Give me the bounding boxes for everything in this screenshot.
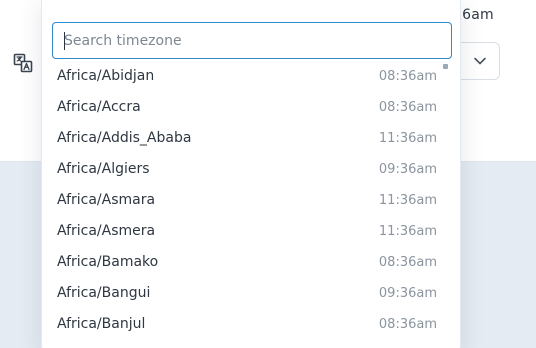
translate-icon [13, 53, 33, 73]
search-box[interactable] [52, 22, 452, 59]
timezone-option[interactable]: Africa/Asmera 11:36am [42, 218, 460, 249]
timezone-option[interactable]: Africa/Bamako 08:36am [42, 249, 460, 280]
timezone-name: Africa/Accra [57, 99, 141, 115]
timezone-name: Africa/Bamako [57, 254, 159, 270]
timezone-option[interactable]: Africa/Abidjan 08:36am [42, 63, 460, 94]
timezone-option[interactable]: Africa/Addis_Ababa 11:36am [42, 125, 460, 156]
timezone-name: Africa/Abidjan [57, 68, 155, 84]
timezone-settings-screen: 36am Africa/Abidjan 08:36am Africa/Accr [0, 0, 536, 348]
timezone-time: 11:36am [378, 224, 437, 239]
timezone-dropdown: Africa/Abidjan 08:36am Africa/Accra 08:3… [41, 0, 461, 348]
timezone-time: 08:36am [378, 100, 437, 115]
timezone-option[interactable]: Africa/Accra 08:36am [42, 94, 460, 125]
timezone-name: Africa/Bangui [57, 285, 151, 301]
timezone-name: Africa/Banjul [57, 316, 146, 332]
search-timezone-input[interactable] [53, 23, 451, 58]
text-caret [64, 32, 65, 50]
timezone-option[interactable]: Africa/Banjul 08:36am [42, 311, 460, 342]
timezone-name: Africa/Asmera [57, 223, 156, 239]
timezone-time: 09:36am [378, 286, 437, 301]
chevron-down-icon [474, 57, 486, 65]
timezone-name: Africa/Asmara [57, 192, 156, 208]
timezone-time: 11:36am [378, 131, 437, 146]
timezone-option[interactable]: Africa/Asmara 11:36am [42, 187, 460, 218]
timezone-time: 09:36am [378, 162, 437, 177]
timezone-time: 08:36am [378, 317, 437, 332]
timezone-name: Africa/Algiers [57, 161, 150, 177]
timezone-name: Africa/Addis_Ababa [57, 130, 192, 146]
timezone-option[interactable]: Africa/Algiers 09:36am [42, 156, 460, 187]
timezone-time: 08:36am [378, 69, 437, 84]
timezone-time: 08:36am [378, 255, 437, 270]
timezone-time: 11:36am [378, 193, 437, 208]
timezone-list: Africa/Abidjan 08:36am Africa/Accra 08:3… [42, 63, 460, 342]
timezone-option[interactable]: Africa/Bangui 09:36am [42, 280, 460, 311]
